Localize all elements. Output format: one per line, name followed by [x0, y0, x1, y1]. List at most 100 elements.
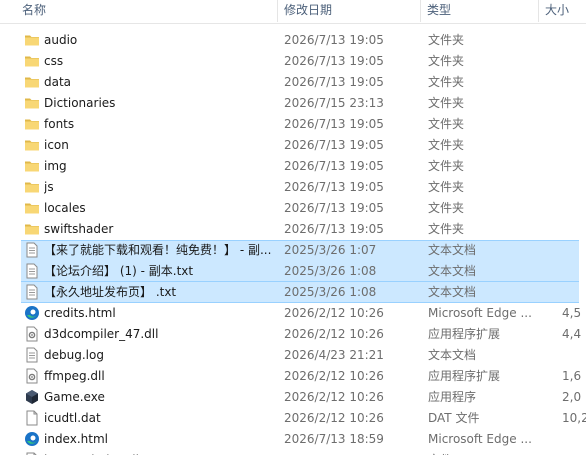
file-name: 【永久地址发布页】 .txt	[44, 285, 177, 299]
column-header-size[interactable]: 大小	[539, 0, 586, 23]
file-type: Microsoft Edge ...	[428, 432, 532, 446]
file-type: 文件夹	[428, 117, 465, 131]
file-icon-cell	[24, 135, 40, 156]
file-modified-date: 2026/7/15 23:13	[284, 96, 384, 110]
column-header-type[interactable]: 类型	[421, 0, 537, 23]
file-size	[562, 345, 586, 366]
file-name: locales	[44, 201, 86, 215]
game-exe-icon	[24, 389, 40, 405]
file-type: Microsoft Edge ...	[428, 306, 532, 320]
column-header-name[interactable]: 名称	[16, 0, 278, 23]
file-size	[562, 156, 586, 177]
edge-icon	[24, 431, 40, 447]
file-type: 文件夹	[428, 96, 465, 110]
file-modified-date: 2026/7/13 19:05	[284, 54, 384, 68]
file-row[interactable]: swiftshader 2026/7/13 19:05 文件夹	[0, 219, 586, 240]
folder-icon	[24, 200, 40, 216]
dll-icon	[24, 326, 40, 342]
file-type: 文本文档	[428, 348, 477, 362]
file-icon-cell	[24, 387, 40, 408]
file-size	[562, 261, 586, 282]
file-type: 文本文档	[428, 285, 477, 299]
file-type: 文件夹	[428, 138, 465, 152]
file-row[interactable]: index.html 2026/7/13 18:59 Microsoft Edge …	[0, 429, 586, 450]
file-row[interactable]: 【来了就能下载和观看！纯免费！】 - 副... 2025/3/26 1:07 文本文…	[0, 240, 586, 261]
file-icon-cell	[24, 93, 40, 114]
file-row[interactable]: data 2026/7/13 19:05 文件夹	[0, 72, 586, 93]
file-modified-date: 2026/2/12 10:26	[284, 369, 384, 383]
file-size: 10,2	[562, 411, 586, 425]
file-name: Dictionaries	[44, 96, 116, 110]
file-size	[562, 93, 586, 114]
folder-icon	[24, 74, 40, 90]
file-size: 1,6	[562, 369, 582, 383]
column-header-bar: 名称 修改日期 类型 大小	[0, 0, 586, 24]
file-row[interactable]: locales 2026/7/13 19:05 文件夹	[0, 198, 586, 219]
file-name: icon	[44, 138, 69, 152]
file-row[interactable]: icon 2026/7/13 19:05 文件夹	[0, 135, 586, 156]
file-name: fonts	[44, 117, 75, 131]
file-size: 2,0	[562, 390, 582, 404]
file-row[interactable]: 【论坛介绍】 (1) - 副本.txt 2025/3/26 1:08 文本文档	[0, 261, 586, 282]
file-modified-date: 2025/3/26 1:08	[284, 285, 377, 299]
file-modified-date: 2026/7/13 19:05	[284, 75, 384, 89]
file-name: d3dcompiler_47.dll	[44, 327, 159, 341]
file-row[interactable]: img 2026/7/13 19:05 文件夹	[0, 156, 586, 177]
file-name: css	[44, 54, 64, 68]
file-row[interactable]: ffmpeg.dll 2026/2/12 10:26 应用程序扩展 1,6	[0, 366, 586, 387]
file-type: 应用程序扩展	[428, 327, 501, 341]
edge-icon	[24, 305, 40, 321]
file-size	[562, 51, 586, 72]
file-icon-cell	[24, 30, 40, 51]
file-icon-cell	[24, 366, 40, 387]
file-type: 文本文档	[428, 264, 477, 278]
file-modified-date: 2025/3/26 1:08	[284, 264, 377, 278]
file-row[interactable]: Game.exe 2026/2/12 10:26 应用程序 2,0	[0, 387, 586, 408]
file-type: DAT 文件	[428, 411, 480, 425]
file-name: 【论坛介绍】 (1) - 副本.txt	[44, 264, 194, 278]
file-modified-date: 2026/7/13 18:59	[284, 432, 384, 446]
file-modified-date: 2025/3/26 1:07	[284, 243, 377, 257]
scroll-clip	[0, 455, 586, 462]
file-name: index.html	[44, 432, 108, 446]
file-name: swiftshader	[44, 222, 114, 236]
column-header-date[interactable]: 修改日期	[278, 0, 420, 23]
file-name: Game.exe	[44, 390, 105, 404]
file-type: 应用程序	[428, 390, 477, 404]
file-size	[562, 219, 586, 240]
file-row[interactable]: 【永久地址发布页】 .txt 2025/3/26 1:08 文本文档	[0, 282, 586, 303]
file-explorer-list: 名称 修改日期 类型 大小 audio 2026/7/13 19:05 文件夹 css…	[0, 0, 586, 462]
file-row[interactable]: credits.html 2026/2/12 10:26 Microsoft Edg…	[0, 303, 586, 324]
file-size	[562, 177, 586, 198]
folder-icon	[24, 95, 40, 111]
text-file-icon	[24, 347, 40, 363]
file-icon-cell	[24, 324, 40, 345]
file-name: icudtl.dat	[44, 411, 101, 425]
file-row[interactable]: js 2026/7/13 19:05 文件夹	[0, 177, 586, 198]
file-row[interactable]: css 2026/7/13 19:05 文件夹	[0, 51, 586, 72]
folder-icon	[24, 158, 40, 174]
file-size: 4,5	[562, 306, 582, 320]
file-type: 文件夹	[428, 33, 465, 47]
text-file-icon	[24, 242, 40, 258]
file-name: audio	[44, 33, 78, 47]
file-modified-date: 2026/7/13 19:05	[284, 117, 384, 131]
file-name: js	[44, 180, 54, 194]
file-icon-cell	[24, 261, 40, 282]
file-row[interactable]: icudtl.dat 2026/2/12 10:26 DAT 文件 10,2	[0, 408, 586, 429]
folder-icon	[24, 221, 40, 237]
file-icon-cell	[24, 240, 40, 261]
file-row[interactable]: Dictionaries 2026/7/15 23:13 文件夹	[0, 93, 586, 114]
file-row[interactable]: audio 2026/7/13 19:05 文件夹	[0, 30, 586, 51]
file-name: ffmpeg.dll	[44, 369, 105, 383]
file-modified-date: 2026/7/13 19:05	[284, 222, 384, 236]
file-row[interactable]: debug.log 2026/4/23 21:21 文本文档	[0, 345, 586, 366]
file-row[interactable]: fonts 2026/7/13 19:05 文件夹	[0, 114, 586, 135]
file-icon-cell	[24, 198, 40, 219]
file-modified-date: 2026/7/13 19:05	[284, 180, 384, 194]
folder-icon	[24, 32, 40, 48]
file-row[interactable]: d3dcompiler_47.dll 2026/2/12 10:26 应用程序扩展 4…	[0, 324, 586, 345]
folder-icon	[24, 116, 40, 132]
file-modified-date: 2026/7/13 19:05	[284, 159, 384, 173]
file-icon-cell	[24, 219, 40, 240]
